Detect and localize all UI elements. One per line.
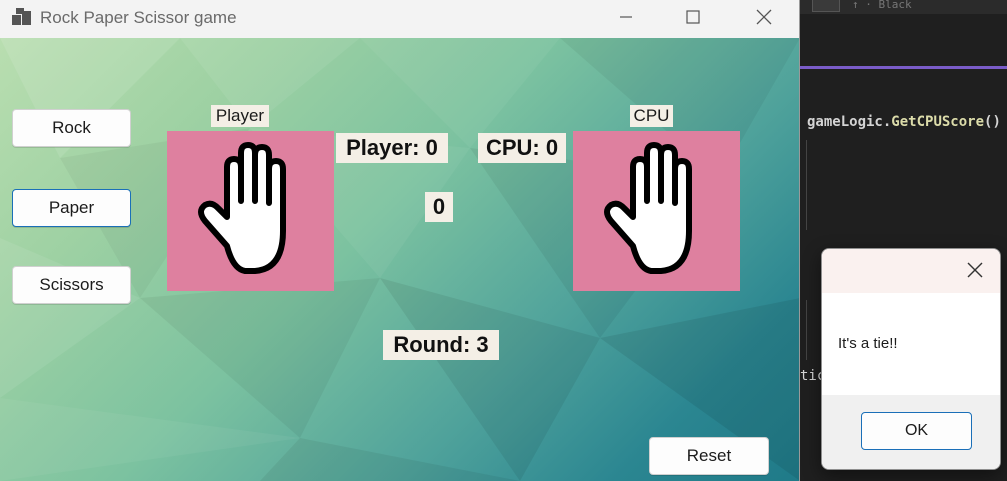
maximize-button[interactable] <box>670 0 716 34</box>
code-suffix: () <box>984 114 1001 130</box>
indent-guide <box>806 140 807 230</box>
minimize-button[interactable] <box>603 0 649 34</box>
player-score: Player: 0 <box>336 133 448 163</box>
code-method: GetCPUScore <box>891 114 985 130</box>
cpu-label: CPU <box>630 105 673 127</box>
close-button[interactable] <box>741 0 787 34</box>
maximize-icon <box>685 9 701 25</box>
title-bar[interactable]: Rock Paper Scissor game <box>0 0 799 38</box>
player-choice-box <box>167 131 334 291</box>
app-icon <box>12 8 32 26</box>
round-counter: Round: 3 <box>383 330 499 360</box>
reset-button[interactable]: Reset <box>649 437 769 475</box>
cpu-choice-box <box>573 131 740 291</box>
dialog-title-bar[interactable] <box>822 249 1000 293</box>
editor-tab[interactable] <box>812 0 840 12</box>
result-value: 0 <box>425 192 453 222</box>
close-icon <box>966 261 984 284</box>
ok-button[interactable]: OK <box>861 412 972 450</box>
close-icon <box>755 8 773 26</box>
message-dialog: It's a tie!! OK <box>821 248 1001 470</box>
window-title: Rock Paper Scissor game <box>40 8 237 27</box>
scissors-button[interactable]: Scissors <box>12 266 131 304</box>
editor-accent-line <box>800 66 1007 69</box>
cpu-score: CPU: 0 <box>478 133 566 163</box>
code-object: gameLogic <box>807 114 883 130</box>
game-window: Rock Paper Scissor game Rock Paper Sciss… <box>0 0 800 481</box>
indent-guide <box>806 300 807 360</box>
game-board: Rock Paper Scissors Player CPU Player: 0… <box>0 38 799 481</box>
paper-button[interactable]: Paper <box>12 189 131 227</box>
dialog-close-button[interactable] <box>960 257 990 287</box>
editor-tab-strip: ↑ · Black <box>800 0 1007 14</box>
dialog-message: It's a tie!! <box>838 335 898 352</box>
player-label: Player <box>211 105 269 127</box>
editor-tab-text: ↑ · Black <box>852 0 912 11</box>
minimize-icon <box>618 9 634 25</box>
editor-code-line: gameLogic.GetCPUScore() <box>807 114 1001 130</box>
rock-button[interactable]: Rock <box>12 109 131 147</box>
